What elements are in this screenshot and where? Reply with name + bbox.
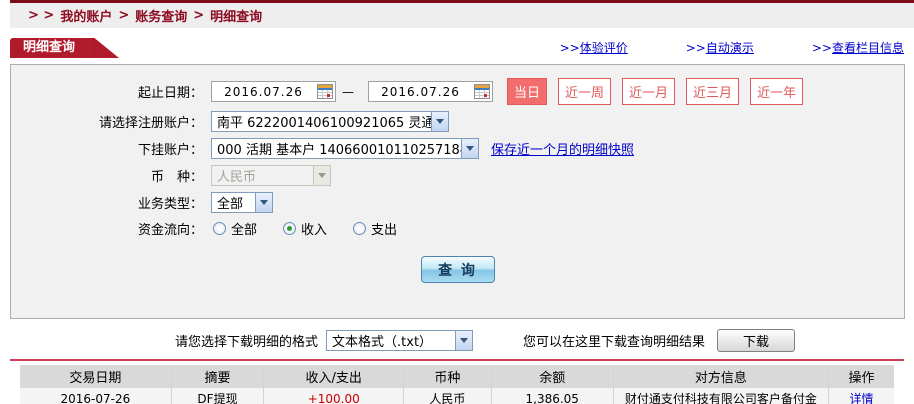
tab-row: 明细查询 >>体验评价 >>自动演示 >>查看栏目信息	[10, 38, 904, 58]
radio-unchecked-icon[interactable]	[213, 222, 226, 235]
chevron-down-icon	[313, 166, 330, 185]
table-row: 2016-07-26 DF提现 +100.00 人民币 1,386.05 财付通…	[20, 388, 894, 404]
date-range-label: 起止日期：	[137, 86, 203, 101]
col-header-counterparty: 对方信息	[613, 365, 829, 388]
sub-account-select[interactable]: 000 活期 基本户 1406600101102571848	[211, 138, 479, 159]
flow-option-income-label: 收入	[301, 223, 328, 238]
radio-unchecked-icon[interactable]	[353, 222, 367, 235]
currency-label: 币 种：	[150, 170, 203, 185]
currency-value: 人民币	[217, 170, 257, 185]
flow-option-income[interactable]: 收入	[283, 219, 327, 238]
chevron-down-icon[interactable]	[461, 139, 478, 158]
col-header-amount: 收入/支出	[263, 365, 405, 388]
chevron-down-icon[interactable]	[255, 193, 272, 212]
quick-range-month-button[interactable]: 近一月	[622, 78, 676, 105]
quick-range-quarter-button[interactable]: 近三月	[686, 78, 740, 105]
col-header-summary: 摘要	[171, 365, 265, 388]
cell-action: 详情	[828, 388, 894, 404]
cell-currency: 人民币	[403, 388, 492, 404]
business-type-select[interactable]: 全部	[211, 192, 273, 213]
flow-option-expense[interactable]: 支出	[353, 219, 397, 238]
link-view-column-info[interactable]: >>查看栏目信息	[812, 39, 904, 56]
transactions-table: 交易日期 摘要 收入/支出 币种 余额 对方信息 操作 2016-07-26 D…	[20, 365, 894, 404]
table-header-row: 交易日期 摘要 收入/支出 币种 余额 对方信息 操作	[20, 365, 894, 388]
register-account-value: 南平 6222001406100921065 灵通卡	[217, 116, 431, 131]
chevron-down-icon[interactable]	[431, 112, 448, 131]
quick-range-today-button[interactable]: 当日	[507, 78, 548, 105]
end-date-value: 2016.07.26	[381, 84, 460, 99]
breadcrumb-item-account-query[interactable]: 账务查询	[135, 6, 187, 25]
register-account-row: 请选择注册账户： 南平 6222001406100921065 灵通卡	[11, 111, 904, 132]
flow-option-expense-label: 支出	[371, 223, 398, 238]
cell-amount: +100.00	[263, 388, 405, 404]
download-format-select[interactable]: 文本格式（.txt）	[326, 329, 474, 351]
breadcrumb: > > 我的账户 > 账务查询 > 明细查询	[10, 3, 914, 28]
end-date-input[interactable]: 2016.07.26	[368, 81, 493, 102]
download-row: 请您选择下载明细的格式 文本格式（.txt） 您可以在这里下载查询明细结果 下载	[10, 328, 904, 352]
save-snapshot-link[interactable]: 保存近一个月的明细快照	[491, 139, 634, 158]
business-type-label: 业务类型：	[137, 197, 203, 212]
start-date-calendar-icon[interactable]	[315, 82, 335, 101]
flow-direction-label: 资金流向：	[137, 223, 203, 238]
date-range-dash: —	[342, 84, 354, 99]
cell-balance: 1,386.05	[491, 388, 614, 404]
quick-range-week-button[interactable]: 近一周	[558, 78, 612, 105]
breadcrumb-item-my-account[interactable]: 我的账户	[60, 6, 112, 25]
breadcrumb-item-detail-query[interactable]: 明细查询	[210, 6, 262, 25]
sub-account-label: 下挂账户：	[137, 143, 203, 158]
flow-option-all[interactable]: 全部	[213, 219, 257, 238]
query-button-row: 查 询	[11, 256, 904, 283]
start-date-input[interactable]: 2016.07.26	[211, 81, 336, 102]
end-date-calendar-icon[interactable]	[472, 82, 492, 101]
link-auto-demo[interactable]: >>自动演示	[686, 39, 754, 56]
col-header-currency: 币种	[403, 365, 492, 388]
sub-account-row: 下挂账户： 000 活期 基本户 1406600101102571848 保存近…	[11, 138, 904, 159]
currency-select: 人民币	[211, 165, 331, 186]
download-format-value: 文本格式（.txt）	[332, 334, 433, 350]
query-form-panel: 起止日期： 2016.07.26 — 2016.07.26 当日 近一周 近一月…	[10, 64, 905, 319]
sub-account-value: 000 活期 基本户 1406600101102571848	[217, 143, 461, 158]
chevron-down-icon[interactable]	[455, 330, 473, 350]
breadcrumb-prefix: > >	[28, 8, 55, 23]
col-header-action: 操作	[828, 365, 894, 388]
detail-link[interactable]: 详情	[849, 392, 873, 404]
breadcrumb-separator: >	[118, 8, 130, 23]
register-account-label: 请选择注册账户：	[98, 116, 203, 131]
download-hint-text: 您可以在这里下载查询明细结果	[523, 334, 706, 350]
breadcrumb-separator: >	[193, 8, 205, 23]
register-account-select[interactable]: 南平 6222001406100921065 灵通卡	[211, 111, 449, 132]
header-links: >>体验评价 >>自动演示 >>查看栏目信息	[502, 39, 904, 58]
radio-checked-icon[interactable]	[283, 222, 297, 235]
business-type-value: 全部	[217, 197, 244, 212]
flow-direction-row: 资金流向： 全部 收入 支出	[11, 219, 904, 238]
col-header-date: 交易日期	[20, 365, 172, 388]
download-format-label: 请您选择下载明细的格式	[175, 334, 319, 350]
link-experience-rating[interactable]: >>体验评价	[560, 39, 628, 56]
cell-counterparty: 财付通支付科技有限公司客户备付金	[613, 388, 829, 404]
start-date-value: 2016.07.26	[224, 84, 303, 99]
flow-option-all-label: 全部	[231, 223, 258, 238]
tab-detail-query: 明细查询	[10, 38, 90, 58]
table-divider-line	[10, 359, 904, 361]
date-range-row: 起止日期： 2016.07.26 — 2016.07.26 当日 近一周 近一月…	[11, 78, 904, 105]
cell-summary: DF提现	[171, 388, 265, 404]
currency-row: 币 种： 人民币	[11, 165, 904, 186]
query-button[interactable]: 查 询	[420, 256, 495, 283]
download-button[interactable]: 下载	[717, 328, 796, 352]
flow-direction-radio-group: 全部 收入 支出	[213, 219, 397, 238]
cell-date: 2016-07-26	[20, 388, 172, 404]
business-type-row: 业务类型： 全部	[11, 192, 904, 213]
quick-range-buttons: 当日 近一周 近一月 近三月 近一年	[507, 78, 804, 105]
quick-range-year-button[interactable]: 近一年	[750, 78, 804, 105]
col-header-balance: 余额	[491, 365, 614, 388]
